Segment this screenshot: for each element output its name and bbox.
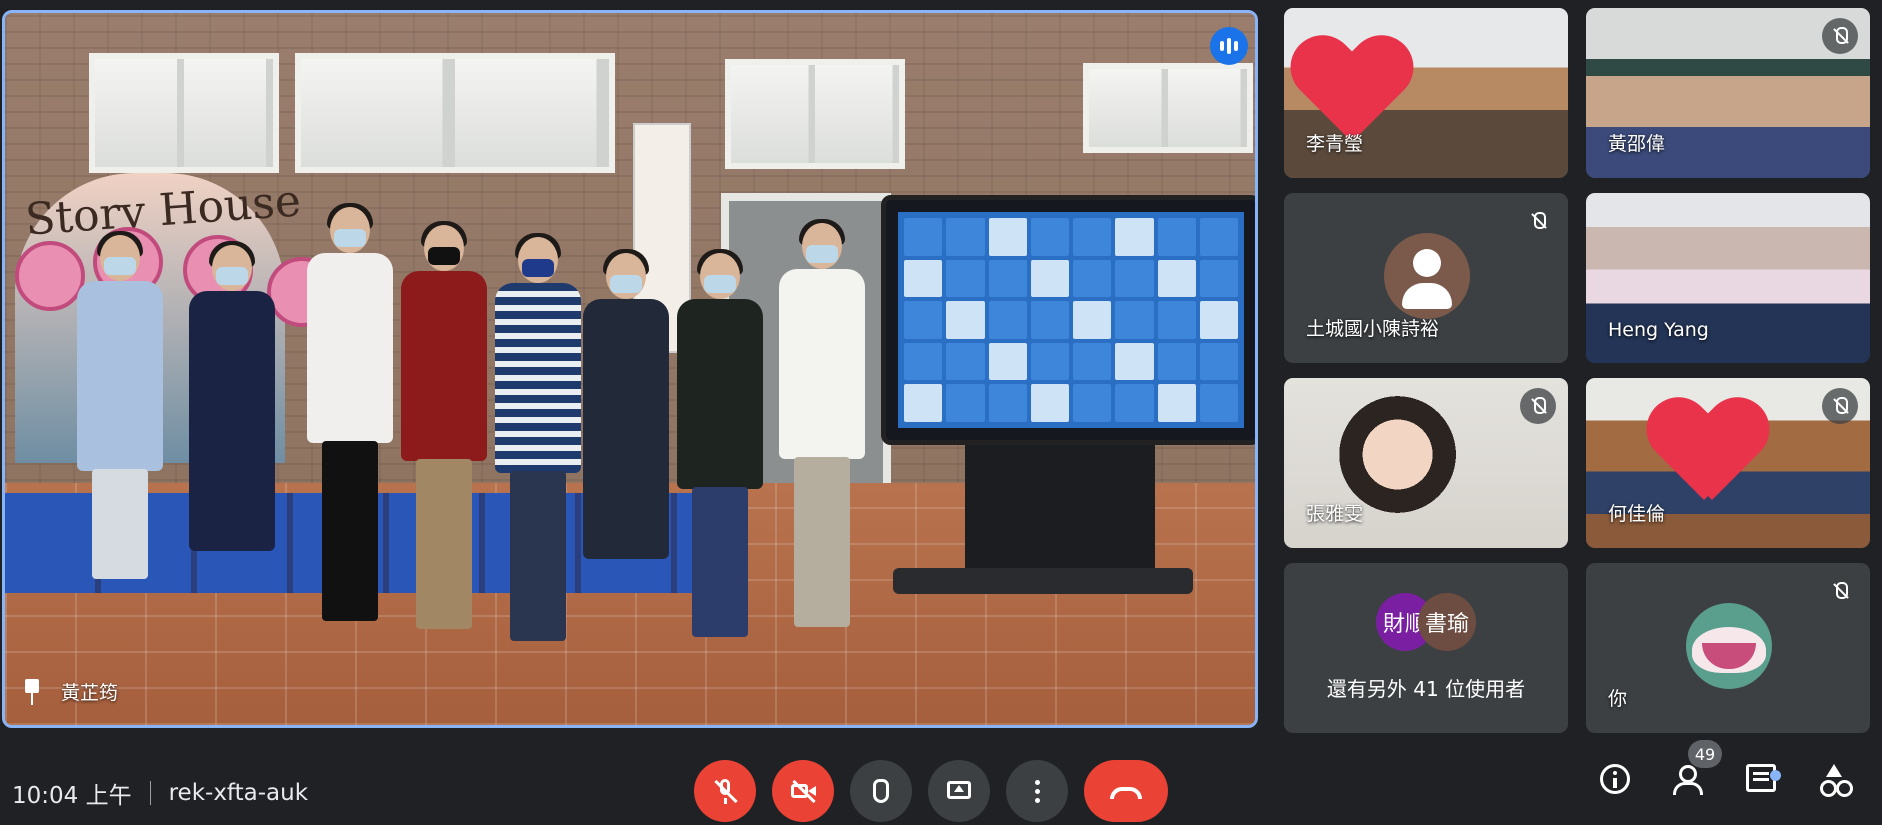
participant-grid: 李青瑩 黃邵偉 土城國小陳詩裕 Heng Yang 張雅雯 何佳倫 財順 書瑜 … [1284, 8, 1874, 733]
participant-name: 你 [1608, 688, 1628, 710]
stage-participant-label: 黃芷筠 [21, 678, 118, 705]
mic-off-icon [1520, 388, 1556, 424]
camera-off-icon [789, 777, 817, 805]
raise-hand-button[interactable] [850, 760, 912, 822]
people-button[interactable] [1672, 764, 1706, 795]
mic-off-icon [711, 777, 739, 805]
participant-tile[interactable]: 何佳倫 [1586, 378, 1870, 548]
info-button[interactable] [1600, 764, 1630, 794]
pin-icon[interactable] [21, 678, 43, 705]
present-button[interactable] [928, 760, 990, 822]
mic-off-icon [1822, 573, 1858, 609]
meeting-details: 10:04 上午 rek-xfta-auk [12, 776, 308, 810]
unread-dot [1770, 770, 1781, 781]
participant-name: Heng Yang [1608, 319, 1709, 341]
more-options-button[interactable] [1006, 760, 1068, 822]
heart-sign [1648, 400, 1768, 500]
mic-off-icon [1520, 203, 1556, 239]
leave-call-button[interactable] [1084, 760, 1168, 822]
divider [149, 781, 151, 805]
meeting-code: rek-xfta-auk [168, 780, 309, 806]
participant-tile[interactable]: 土城國小陳詩裕 [1284, 193, 1568, 363]
bottom-control-bar: 10:04 上午 rek-xfta-auk 49 [0, 740, 1882, 825]
main-video-stage[interactable]: Story House 黃芷筠 [2, 10, 1258, 728]
meet-window: Story House 黃芷筠 李青瑩 黃邵偉 土城國小陳詩裕 Heng Yan… [0, 0, 1882, 825]
participant-tile[interactable]: 黃邵偉 [1586, 8, 1870, 178]
heart-sign [1292, 38, 1412, 138]
participant-name: 土城國小陳詩裕 [1306, 318, 1440, 340]
school-logo-avatar [1686, 603, 1772, 689]
camera-toggle-button[interactable] [772, 760, 834, 822]
participant-tile[interactable]: 張雅雯 [1284, 378, 1568, 548]
participant-count-badge: 49 [1688, 740, 1722, 768]
activities-icon [1818, 764, 1850, 797]
hand-icon [867, 777, 895, 805]
speaking-indicator-icon [1210, 27, 1248, 65]
stage-participant-name: 黃芷筠 [61, 682, 119, 704]
mic-off-icon [1822, 388, 1858, 424]
participant-tile[interactable]: 李青瑩 [1284, 8, 1568, 178]
participant-name: 張雅雯 [1306, 503, 1364, 525]
clock-time: 10:04 上午 [12, 783, 132, 809]
others-count-label: 還有另外 41 位使用者 [1326, 677, 1526, 701]
people-icon [1672, 764, 1706, 795]
avatar [1384, 233, 1470, 319]
present-screen-icon [945, 777, 973, 805]
interactive-display [881, 195, 1255, 445]
mic-toggle-button[interactable] [694, 760, 756, 822]
mic-off-icon [1822, 18, 1858, 54]
activities-button[interactable] [1818, 764, 1850, 797]
participant-name: 何佳倫 [1608, 503, 1666, 525]
participant-name: 李青瑩 [1306, 133, 1364, 155]
participant-name: 黃邵偉 [1608, 133, 1666, 155]
avatar: 書瑜 [1418, 593, 1476, 651]
more-vert-icon [1023, 777, 1051, 805]
participant-tile[interactable]: Heng Yang [1586, 193, 1870, 363]
others-tile[interactable]: 財順 書瑜 還有另外 41 位使用者 [1284, 563, 1568, 733]
hang-up-icon [1110, 777, 1142, 805]
self-tile[interactable]: 你 [1586, 563, 1870, 733]
stage-video-feed: Story House [5, 13, 1255, 725]
info-icon [1600, 764, 1630, 794]
